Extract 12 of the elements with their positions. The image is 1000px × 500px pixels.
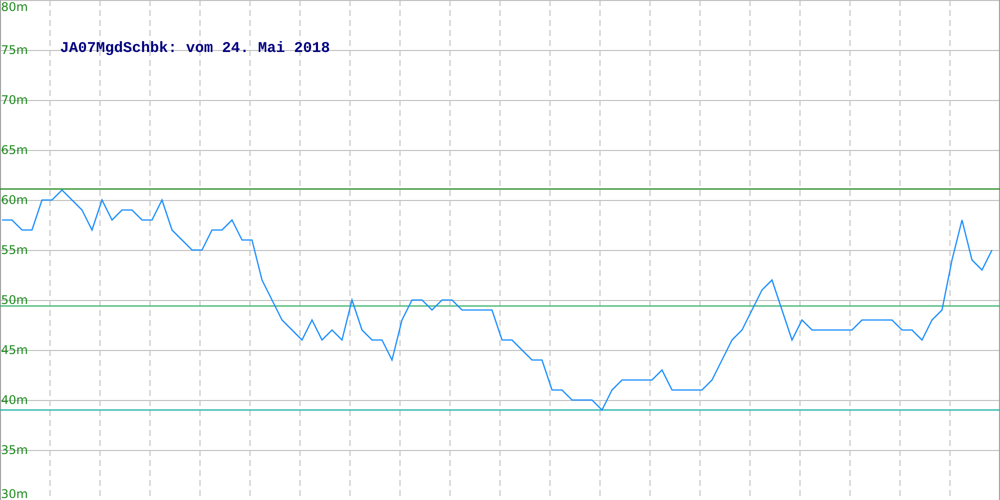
y-tick-label: 75m	[1, 43, 28, 57]
y-tick-label: 30m	[1, 487, 28, 500]
y-tick-label: 60m	[1, 193, 28, 207]
chart-title: JA07MgdSchbk: vom 24. Mai 2018	[60, 40, 330, 57]
y-tick-label: 35m	[1, 443, 28, 457]
y-tick-label: 65m	[1, 143, 28, 157]
y-tick-label: 55m	[1, 243, 28, 257]
y-tick-label: 70m	[1, 93, 28, 107]
y-tick-label: 80m	[1, 0, 28, 14]
y-tick-label: 45m	[1, 343, 28, 357]
y-tick-label: 40m	[1, 393, 28, 407]
y-tick-label: 50m	[1, 293, 28, 307]
